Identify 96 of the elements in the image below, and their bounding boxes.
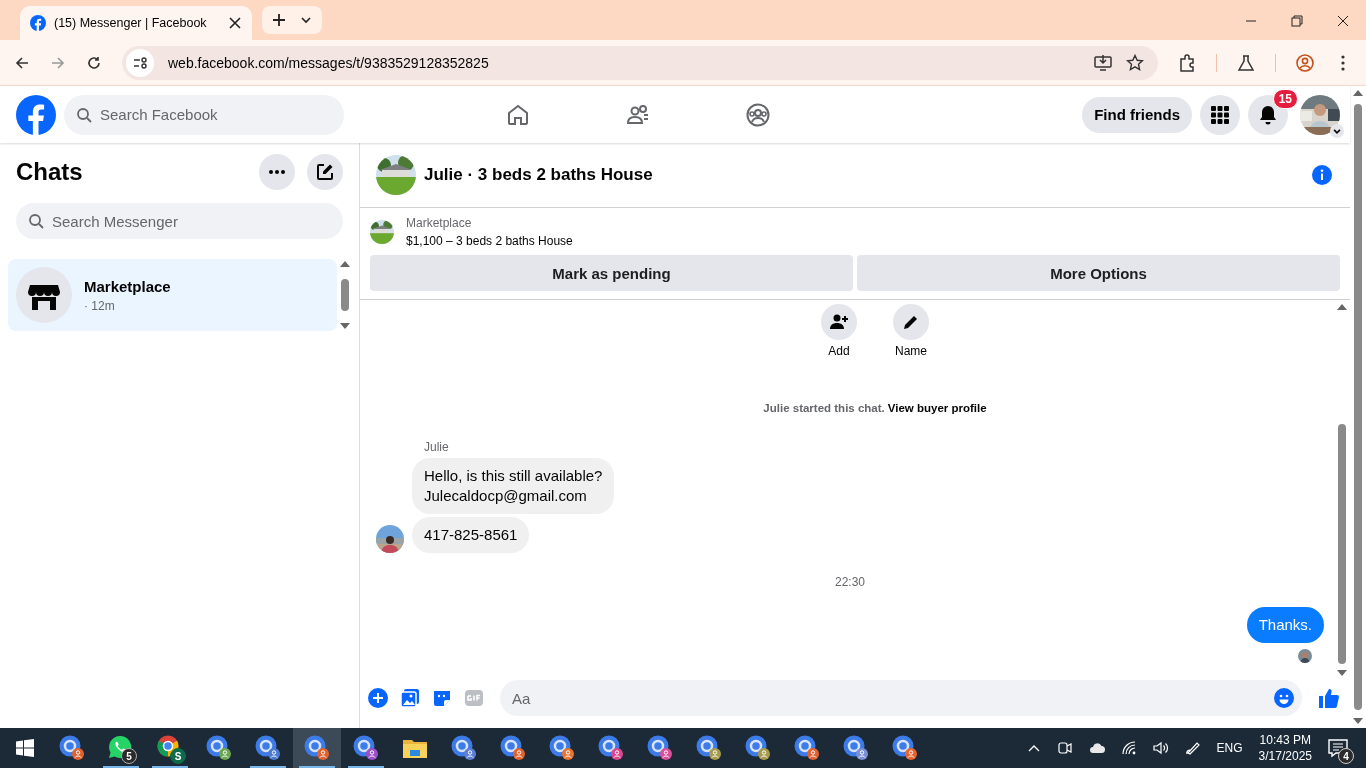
clock-time[interactable]: 10:43 PM (1259, 733, 1311, 747)
listing-source: Marketplace (406, 216, 473, 230)
windows-start-icon[interactable] (16, 739, 34, 757)
message-bubble: Thanks. (1246, 607, 1324, 643)
wifi-icon[interactable] (1120, 740, 1137, 756)
action-label: Name (895, 344, 927, 358)
notification-count: 4 (1338, 748, 1354, 764)
more-icon (269, 170, 285, 174)
browser-profile-icon (59, 735, 85, 761)
pencil-icon (902, 313, 920, 331)
browser-profile-icon (598, 735, 624, 761)
emoji-icon[interactable] (1274, 688, 1294, 708)
add-person-icon (830, 313, 848, 331)
home-icon[interactable] (506, 102, 531, 127)
listing-action-button[interactable]: Mark as pending (370, 255, 853, 291)
listing-action-button[interactable]: More Options (857, 255, 1340, 291)
message-bubble: 417-825-8561 (412, 517, 530, 553)
sidebar-title: Chats (16, 158, 84, 186)
browser-profile-icon (304, 735, 330, 761)
clock-date[interactable]: 3/17/2025 (1258, 749, 1312, 763)
search-icon (28, 213, 44, 229)
taskbar-app[interactable]: S (146, 728, 194, 768)
more-button[interactable] (259, 154, 295, 190)
browser-profile-icon (353, 735, 379, 761)
app-badge: S (170, 748, 186, 764)
chat-item[interactable]: Marketplace · 12m (8, 259, 337, 331)
browser-profile-icon (843, 735, 869, 761)
find-friends-button[interactable]: Find friends (1082, 96, 1192, 133)
sticker-icon[interactable] (432, 688, 452, 708)
chat-name: Marketplace (84, 277, 171, 295)
taskbar-app[interactable]: 5 (97, 728, 145, 768)
tab-title: (15) Messenger | Facebook (54, 16, 208, 30)
browser-profile-icon (696, 735, 722, 761)
address-bar[interactable]: web.facebook.com/messages/t/9383529128352825 (122, 45, 1158, 80)
language-indicator[interactable]: ENG (1216, 741, 1243, 755)
chat-time: · 12m (84, 298, 116, 313)
facebook-logo-icon[interactable] (16, 94, 56, 135)
browser-profile-icon (745, 735, 771, 761)
chevron-down-icon[interactable] (300, 14, 312, 26)
compose-button[interactable] (307, 154, 343, 190)
close-icon[interactable] (228, 16, 242, 30)
pen-icon[interactable] (1184, 740, 1201, 756)
camera-icon[interactable] (1056, 740, 1073, 756)
reload-icon[interactable] (86, 54, 102, 71)
app-badge: 5 (121, 748, 137, 764)
plus-icon[interactable] (272, 13, 286, 27)
site-settings-icon[interactable] (126, 48, 154, 77)
browser-profile-icon (451, 735, 477, 761)
notification-center-icon[interactable] (1328, 738, 1348, 758)
install-icon[interactable] (1094, 53, 1112, 72)
facebook-logo-icon (30, 15, 46, 31)
chevron-down-icon[interactable] (1330, 123, 1344, 138)
thumbs-up-icon[interactable] (1318, 687, 1340, 709)
browser-profile-icon (255, 735, 281, 761)
friends-icon[interactable] (626, 102, 651, 127)
browser-profile-icon (794, 735, 820, 761)
store-icon (16, 267, 72, 323)
browser-profile-icon (892, 735, 918, 761)
action-button[interactable] (821, 304, 857, 340)
forward-icon[interactable] (50, 54, 66, 71)
volume-icon[interactable] (1152, 740, 1169, 756)
groups-icon[interactable] (746, 102, 771, 127)
browser-profile-icon (647, 735, 673, 761)
action-label: Add (828, 344, 850, 358)
listing-title: $1,100 – 3 beds 2 baths House (406, 234, 573, 248)
star-icon[interactable] (1126, 53, 1144, 72)
sender-name: Julie (424, 440, 450, 454)
puzzle-icon[interactable] (1178, 53, 1196, 72)
browser-profile-icon (206, 735, 232, 761)
image-icon[interactable] (400, 688, 420, 708)
browser-profile-icon (500, 735, 526, 761)
back-icon[interactable] (14, 54, 30, 71)
search-field[interactable]: Search Messenger (16, 203, 343, 239)
message-bubble: Hello, is this still available? Julecaldocp@gmail.com (412, 458, 615, 514)
flask-icon[interactable] (1237, 53, 1255, 72)
browser-tab[interactable]: (15) Messenger | Facebook (20, 6, 252, 40)
conversation-title: Julie · 3 beds 2 baths House (424, 165, 653, 185)
compose-icon (316, 163, 334, 181)
search-icon (76, 106, 92, 123)
notification-count: 15 (1272, 88, 1298, 109)
system-message: Julie started this chat. (763, 402, 885, 414)
grid-icon (1210, 104, 1230, 125)
message-field[interactable]: Aa (500, 680, 1302, 716)
action-button[interactable] (893, 304, 929, 340)
browser-profile-icon (549, 735, 575, 761)
info-icon[interactable] (1312, 165, 1332, 185)
buyer-profile-link[interactable]: View buyer profile (887, 402, 987, 414)
profile-icon[interactable] (1296, 53, 1314, 72)
bell-icon (1258, 104, 1278, 125)
apps-button[interactable] (1200, 94, 1240, 135)
cloud-icon[interactable] (1088, 740, 1105, 756)
taskbar-app[interactable] (293, 728, 341, 768)
search-field[interactable]: Search Facebook (64, 94, 344, 135)
restore-icon[interactable] (1291, 15, 1303, 27)
timestamp: 22:30 (835, 575, 865, 589)
close-icon[interactable] (1337, 15, 1349, 27)
